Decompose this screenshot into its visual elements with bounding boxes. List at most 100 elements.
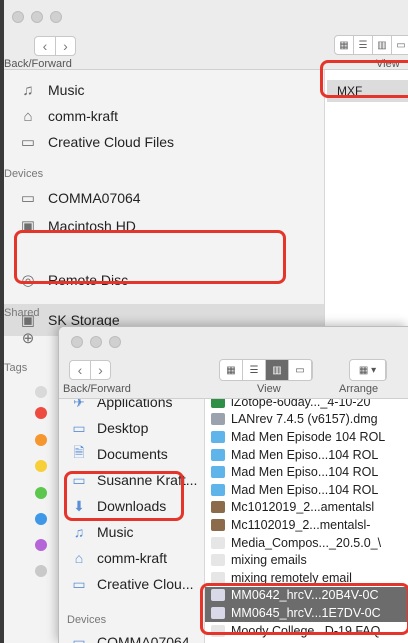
- sidebar-item-shared-computer[interactable]: ⊕: [18, 326, 48, 350]
- home-icon: ⌂: [74, 550, 84, 566]
- file-name: mixing emails: [231, 553, 307, 568]
- sidebar-item-comm-kraft[interactable]: ⌂ comm-kraft: [18, 104, 118, 128]
- file-row[interactable]: LANrev 7.4.5 (v6157).dmg: [205, 411, 408, 429]
- file-row[interactable]: MM0642_hrcV...20B4V-0C: [205, 586, 408, 605]
- tag-color-dot[interactable]: [35, 434, 47, 446]
- sidebar-item-desktop[interactable]: ▭ Desktop: [69, 417, 148, 439]
- desktop-icon: ▭: [72, 419, 86, 436]
- view-mode-control[interactable]: ▦ ☰ ▥ ▭: [334, 35, 408, 55]
- file-row[interactable]: Media_Compos..._20.5.0_\: [205, 534, 408, 552]
- sidebar-item-comm-kraft[interactable]: ⌂ comm-kraft: [69, 547, 167, 569]
- tag-color-dot[interactable]: [35, 487, 47, 499]
- home-icon: ⌂: [23, 107, 33, 125]
- tag-color-dot[interactable]: [35, 565, 47, 577]
- sidebar-item-music[interactable]: ♫ Music: [18, 78, 85, 102]
- column-view-icon[interactable]: ▥: [373, 36, 392, 54]
- forward-chevron-icon[interactable]: ›: [55, 37, 75, 55]
- sidebar-item-comma07064[interactable]: ▭ COMMA07064: [69, 631, 190, 643]
- back-forward-control[interactable]: ‹ ›: [69, 360, 111, 380]
- excel-file-icon: [211, 399, 225, 408]
- file-name: MM0645_hrcV...1E7DV-0C: [231, 605, 381, 620]
- view-label: View: [257, 383, 281, 395]
- tags-heading: Tags: [4, 362, 28, 374]
- sidebar-item-label: Creative Clou...: [97, 576, 194, 592]
- tag-color-dot[interactable]: [35, 539, 47, 551]
- file-row[interactable]: Mc1102019_2...mentalsl-: [205, 516, 408, 534]
- forward-chevron-icon[interactable]: ›: [90, 361, 110, 379]
- tag-color-dot[interactable]: [35, 407, 47, 419]
- laptop-icon: ▭: [72, 633, 86, 643]
- sidebar-item-macintosh-hd[interactable]: ▣ Macintosh HD: [18, 214, 136, 238]
- downloads-icon: ⬇: [73, 497, 85, 514]
- arrange-control[interactable]: ▦ ▾: [349, 359, 387, 381]
- back-forward-control[interactable]: ‹ ›: [34, 36, 76, 56]
- devices-heading: Devices: [67, 614, 107, 626]
- list-view-icon[interactable]: ☰: [354, 36, 373, 54]
- doc-file-icon: [211, 554, 225, 567]
- sidebar-item-label: COMMA07064: [97, 634, 190, 643]
- sidebar-item-label: Music: [48, 82, 85, 98]
- folder-icon: ▭: [72, 471, 86, 488]
- arrange-label: Arrange: [339, 383, 379, 395]
- file-row[interactable]: Mc1012019_2...amentalsl: [205, 499, 408, 517]
- sidebar-item-label: comm-kraft: [48, 108, 118, 124]
- file-row[interactable]: mixing emails: [205, 551, 408, 569]
- icon-view-icon[interactable]: ▦: [335, 36, 354, 54]
- file-name: Mc1102019_2...mentalsl-: [231, 517, 371, 532]
- sidebar-item-creative-cloud[interactable]: ▭ Creative Clou...: [69, 573, 193, 595]
- back-forward-label: Back/Forward: [63, 383, 131, 395]
- file-row[interactable]: iZotope-60day..._4-10-20: [205, 399, 408, 411]
- view-label: View: [376, 58, 400, 70]
- file-row[interactable]: Mad Men Episo...104 ROL: [205, 481, 408, 499]
- zoom-window-button[interactable]: [109, 336, 121, 348]
- minimize-window-button[interactable]: [90, 336, 102, 348]
- back-chevron-icon[interactable]: ‹: [35, 37, 55, 55]
- mxf-file-icon: [211, 606, 225, 619]
- tag-color-dot[interactable]: [35, 513, 47, 525]
- icon-view-icon[interactable]: ▦: [220, 360, 243, 380]
- file-row[interactable]: mixing remotely email: [205, 569, 408, 587]
- file-row[interactable]: Mad Men Episo...104 ROL: [205, 446, 408, 464]
- file-row[interactable]: Moody College...D-19 FAQ: [205, 622, 408, 640]
- selected-folder-mxf[interactable]: MXF: [327, 80, 408, 102]
- tag-color-dot[interactable]: [35, 460, 47, 472]
- view-mode-control[interactable]: ▦ ☰ ▥ ▭: [219, 359, 313, 381]
- sidebar-item-downloads[interactable]: ⬇ Downloads: [69, 495, 166, 517]
- sidebar-item-documents[interactable]: 🗎 Documents: [69, 443, 167, 465]
- file-name: Mad Men Episo...104 ROL: [231, 482, 379, 497]
- sidebar-item-label: Susanne Kraft...: [97, 472, 198, 488]
- disc-icon: ◎: [21, 272, 35, 289]
- file-row[interactable]: MM0645_hrcV...1E7DV-0C: [205, 604, 408, 622]
- arrange-dropdown-icon[interactable]: ▦ ▾: [350, 360, 386, 380]
- network-icon: ⊕: [21, 330, 35, 347]
- list-view-icon[interactable]: ☰: [243, 360, 266, 380]
- folder-file-icon: [211, 483, 225, 496]
- file-list-front: iZotope-60day..._4-10-20 LANrev 7.4.5 (v6…: [204, 399, 408, 643]
- sidebar-front: ✈ Applications ▭ Desktop 🗎 Documents ▭ S…: [59, 399, 204, 643]
- doc-file-icon: [211, 536, 225, 549]
- tag-color-dot[interactable]: [35, 386, 47, 398]
- sidebar-item-label: Remote Disc: [48, 272, 129, 288]
- gallery-view-icon[interactable]: ▭: [392, 36, 408, 54]
- sidebar-item-creative-cloud[interactable]: ▭ Creative Cloud Files: [18, 130, 174, 154]
- sidebar-item-music[interactable]: ♫ Music: [69, 521, 134, 543]
- file-row[interactable]: Mad Men Episo...104 ROL: [205, 463, 408, 481]
- close-window-button[interactable]: [71, 336, 83, 348]
- shared-heading: Shared: [4, 307, 40, 319]
- laptop-icon: ▭: [20, 190, 36, 207]
- music-note-icon: ♫: [22, 81, 34, 99]
- minimize-window-button[interactable]: [31, 11, 43, 23]
- sidebar-item-comma07064[interactable]: ▭ COMMA07064: [18, 186, 141, 210]
- sidebar-item-label: comm-kraft: [97, 550, 167, 566]
- zoom-window-button[interactable]: [50, 11, 62, 23]
- sidebar-item-remote-disc[interactable]: ◎ Remote Disc: [18, 268, 128, 292]
- back-chevron-icon[interactable]: ‹: [70, 361, 90, 379]
- sidebar-item-applications[interactable]: ✈ Applications: [69, 399, 172, 413]
- hard-drive-icon: ▣: [20, 218, 36, 235]
- archive-file-icon: [211, 518, 225, 531]
- gallery-view-icon[interactable]: ▭: [289, 360, 312, 380]
- close-window-button[interactable]: [12, 11, 24, 23]
- file-row[interactable]: Mad Men Episode 104 ROL: [205, 428, 408, 446]
- column-view-icon[interactable]: ▥: [266, 360, 289, 380]
- sidebar-item-susanne-kraft[interactable]: ▭ Susanne Kraft...: [69, 469, 197, 491]
